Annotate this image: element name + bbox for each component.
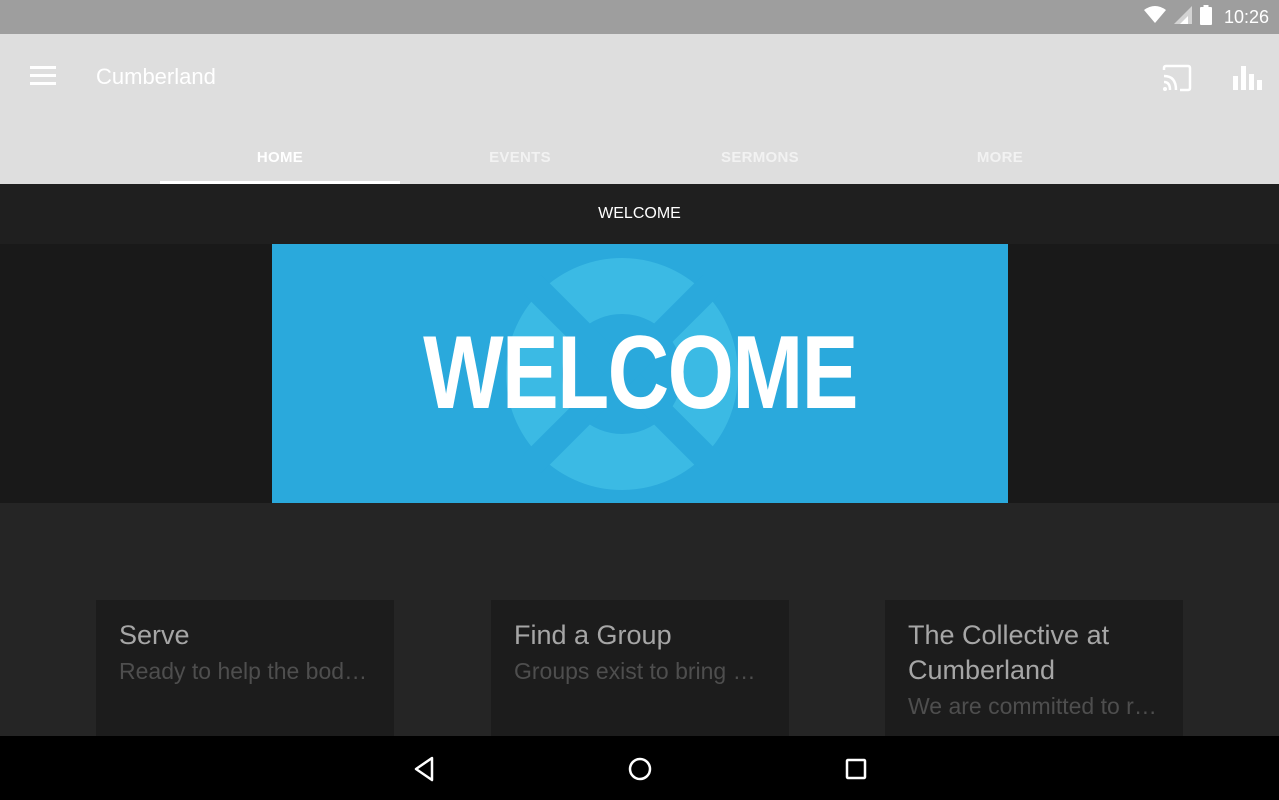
battery-icon [1199, 4, 1212, 30]
app-title: Cumberland [96, 64, 216, 89]
wifi-icon [1143, 5, 1166, 29]
welcome-banner[interactable]: WELCOME [272, 244, 1008, 503]
card-subtitle: Ready to help the body of Christ [119, 658, 369, 684]
cast-icon[interactable] [1160, 62, 1194, 96]
card-subtitle: Groups exist to bring people together [514, 658, 764, 684]
card-find-a-group[interactable]: Find a Group Groups exist to bring peopl… [491, 600, 789, 736]
home-icon[interactable] [623, 752, 657, 786]
card-heading: Serve [119, 620, 190, 650]
card-heading: Find a Group [514, 620, 672, 650]
banner-welcome-text: WELCOME [423, 315, 858, 431]
tab-events[interactable]: EVENTS [400, 130, 640, 184]
signal-icon [1173, 5, 1192, 29]
card-serve[interactable]: Serve Ready to help the body of Christ [96, 600, 394, 736]
tab-sermons[interactable]: SERMONS [640, 130, 880, 184]
status-bar: 10:26 [0, 0, 1279, 34]
stats-icon[interactable] [1230, 62, 1264, 96]
card-title: The Collective at Cumberland We are comm… [908, 618, 1168, 724]
navigation-bar [0, 736, 1279, 800]
card-title: Serve Ready to help the body of Christ [119, 618, 379, 689]
card-collective[interactable]: The Collective at Cumberland We are comm… [885, 600, 1183, 736]
menu-icon[interactable] [30, 66, 56, 88]
tab-home[interactable]: HOME [160, 130, 400, 184]
card-title: Find a Group Groups exist to bring peopl… [514, 618, 774, 689]
section-header: WELCOME [0, 184, 1279, 244]
status-time: 10:26 [1223, 6, 1269, 27]
app-bar: Cumberland HOME EVENTS SERMONS MORE [0, 34, 1279, 184]
back-icon[interactable] [408, 752, 442, 786]
recents-icon[interactable] [839, 752, 873, 786]
tab-more[interactable]: MORE [880, 130, 1120, 184]
card-heading: The Collective at Cumberland [908, 620, 1110, 685]
tab-bar: HOME EVENTS SERMONS MORE [160, 130, 1120, 184]
card-subtitle: We are committed to reaching [908, 693, 1158, 719]
